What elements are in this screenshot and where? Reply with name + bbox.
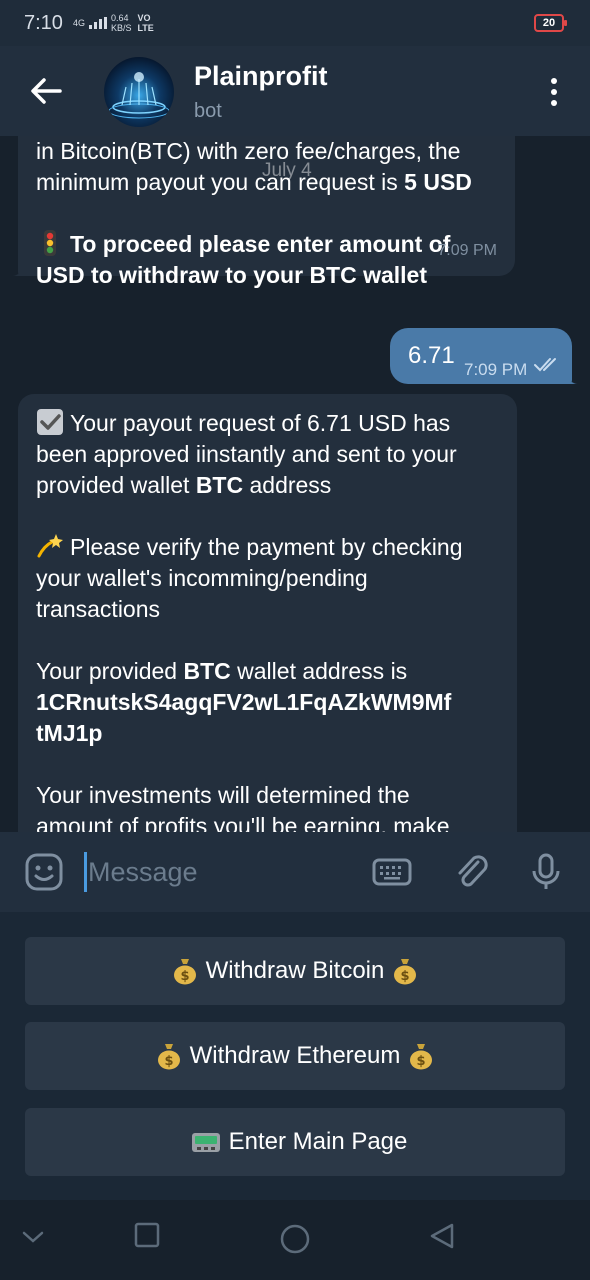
status-time: 7:10: [24, 11, 63, 34]
wallet-address-line[interactable]: 1CRnutskS4agqFV2wL1FqAZkWM9Mf: [36, 687, 499, 718]
bot-avatar[interactable]: [104, 57, 174, 127]
message-line: Your provided BTC wallet address is: [36, 656, 499, 687]
enter-main-page-button[interactable]: Enter Main Page: [25, 1108, 565, 1176]
withdraw-bitcoin-button[interactable]: $ Withdraw Bitcoin $: [25, 937, 565, 1005]
double-check-icon: [534, 358, 556, 372]
home-icon[interactable]: [280, 1224, 310, 1254]
svg-text:$: $: [180, 969, 189, 984]
message-text: Please verify the payment by checking: [70, 534, 463, 560]
text-cursor: [84, 852, 87, 892]
money-bag-icon: $: [394, 959, 417, 985]
message-text: address: [243, 472, 332, 498]
menu-dot-icon: [551, 78, 557, 84]
message-text: Your provided: [36, 658, 184, 684]
bot-keyboard-button[interactable]: [372, 852, 412, 892]
message-text: minimum payout you can request is: [36, 169, 405, 195]
withdraw-ethereum-button[interactable]: $ Withdraw Ethereum $: [25, 1022, 565, 1090]
check-box-icon: [37, 409, 63, 435]
message-line: amount of profits you'll be earning, mak…: [36, 813, 450, 832]
volte-bottom: LTE: [137, 23, 154, 33]
message-input-bar: Message: [0, 832, 590, 912]
message-text-bold: To proceed please enter amount of: [70, 231, 451, 257]
data-speed: 0.64 KB/S: [111, 13, 132, 33]
volte-indicator: VO LTE: [137, 13, 153, 33]
svg-text:$: $: [164, 1054, 173, 1069]
message-text-bold: 5 USD: [404, 169, 472, 195]
message-line: Please verify the payment by checking: [36, 532, 499, 563]
message-line: been approved iinstantly and sent to you…: [36, 441, 457, 467]
recents-icon[interactable]: [134, 1222, 160, 1248]
message-input[interactable]: Message: [88, 857, 198, 888]
message-line: provided wallet BTC address: [36, 470, 499, 501]
status-bar: 7:10 4G 0.64 KB/S VO LTE 20: [0, 0, 590, 46]
menu-dot-icon: [551, 100, 557, 106]
svg-text:$: $: [401, 969, 410, 984]
chat-header: Plainprofit bot: [0, 46, 590, 136]
message-line: Your payout request of 6.71 USD has: [36, 408, 499, 439]
chat-subtitle: bot: [194, 100, 222, 122]
arrow-left-icon: [31, 78, 62, 104]
message-line: transactions: [36, 596, 161, 622]
pager-icon: [191, 1133, 220, 1152]
back-button[interactable]: [26, 73, 66, 109]
battery-level: 20: [542, 17, 556, 29]
network-type: 4G: [72, 17, 85, 28]
volte-top: VO: [137, 13, 151, 23]
message-bubble-incoming[interactable]: in Bitcoin(BTC) with zero fee/charges, t…: [10, 136, 515, 288]
voice-button[interactable]: [526, 852, 566, 892]
button-label: Withdraw Ethereum: [189, 1042, 401, 1069]
back-triangle-icon[interactable]: [428, 1222, 456, 1250]
message-text: 6.71: [408, 342, 455, 369]
wallet-address-line[interactable]: tMJ1p: [36, 718, 499, 749]
emoji-button[interactable]: [24, 852, 64, 892]
svg-text:$: $: [417, 1054, 426, 1069]
message-text: provided wallet: [36, 472, 196, 498]
attach-button[interactable]: [452, 852, 492, 892]
button-label: Enter Main Page: [228, 1128, 408, 1155]
chat-area[interactable]: in Bitcoin(BTC) with zero fee/charges, t…: [0, 136, 590, 832]
money-bag-icon: $: [173, 959, 196, 985]
chat-title[interactable]: Plainprofit: [194, 61, 328, 92]
message-text-bold: BTC: [195, 472, 244, 498]
date-overlay: July 4: [262, 160, 312, 181]
message-line: Your investments will determined the: [36, 782, 410, 808]
message-text: wallet address is: [230, 658, 408, 684]
keyboard-icon: [372, 858, 412, 886]
message-bubble-incoming[interactable]: Your payout request of 6.71 USD has been…: [18, 394, 517, 832]
message-line: To proceed please enter amount of: [36, 229, 497, 260]
menu-dot-icon: [551, 89, 557, 95]
message-text-bold: BTC: [183, 658, 231, 684]
message-bubble-outgoing[interactable]: 6.71 7:09 PM: [390, 328, 580, 384]
bot-keyboard: $ Withdraw Bitcoin $ $ Withdraw Ethereum…: [0, 912, 590, 1200]
more-options-button[interactable]: [544, 74, 564, 110]
message-text: Your payout request of 6.71 USD has: [70, 410, 451, 436]
paperclip-icon: [458, 855, 488, 887]
system-nav-bar: [0, 1200, 590, 1280]
dizzy-icon: [37, 534, 63, 558]
button-label: Withdraw Bitcoin: [205, 957, 385, 984]
chevron-down-icon[interactable]: [22, 1230, 44, 1244]
speed-value: 0.64: [110, 13, 129, 23]
money-bag-icon: $: [410, 1044, 433, 1070]
smiley-icon: [25, 853, 63, 891]
network-indicator: 4G: [73, 17, 107, 29]
traffic-light-icon: [44, 230, 56, 256]
battery-icon: 20: [534, 14, 567, 32]
money-bag-icon: $: [157, 1044, 180, 1070]
avatar-graphic: [108, 72, 170, 119]
speed-unit: KB/S: [110, 23, 132, 33]
message-time: 7:09 PM: [464, 360, 528, 379]
microphone-icon: [532, 853, 560, 889]
message-time: 7:09 PM: [437, 242, 497, 259]
message-line: your wallet's incomming/pending: [36, 565, 368, 591]
message-line: USD to withdraw to your BTC wallet: [36, 262, 428, 288]
signal-icon: [88, 17, 107, 29]
